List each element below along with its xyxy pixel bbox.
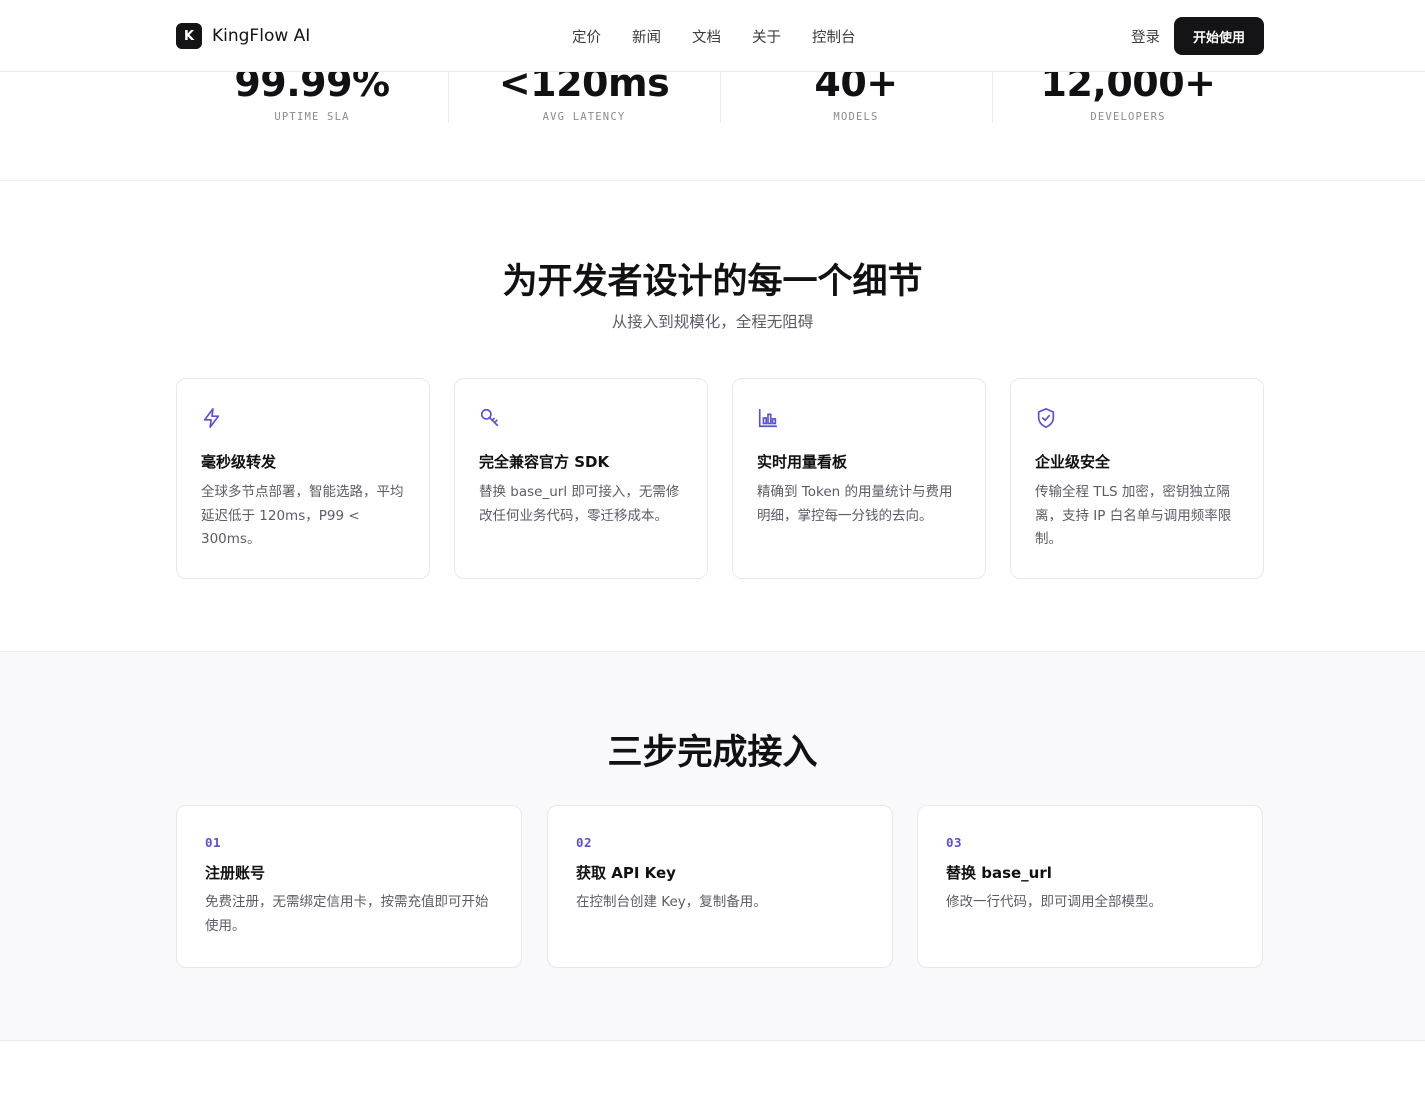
step-desc: 修改一行代码，即可调用全部模型。 <box>946 894 1162 910</box>
feature-card-fast-forwarding: 毫秒级转发 全球多节点部署，智能选路，平均延迟低于 120ms，P99 < 30… <box>176 378 430 579</box>
nav-link-console[interactable]: 控制台 <box>812 26 856 47</box>
feature-desc: 替换 base_url 即可接入，无需修改任何业务代码，零迁移成本。 <box>479 484 680 524</box>
main-nav: 定价 新闻 文档 关于 控制台 <box>572 26 887 47</box>
login-link[interactable]: 登录 <box>1131 26 1160 47</box>
brand[interactable]: K KingFlow AI <box>176 23 310 49</box>
lightning-icon <box>201 407 223 429</box>
shield-check-icon <box>1035 407 1057 429</box>
step-card-base-url: 03 替换 base_url 修改一行代码，即可调用全部模型。 <box>917 805 1263 968</box>
key-icon <box>479 407 501 429</box>
feature-card-sdk-compat: 完全兼容官方 SDK 替换 base_url 即可接入，无需修改任何业务代码，零… <box>454 378 708 579</box>
stat-label: MODELS <box>833 111 879 123</box>
steps-title: 三步完成接入 <box>607 733 818 773</box>
nav-link-docs[interactable]: 文档 <box>692 26 721 47</box>
step-number: 01 <box>205 835 222 850</box>
feature-desc: 传输全程 TLS 加密，密钥独立隔离，支持 IP 白名单与调用频率限制。 <box>1035 484 1232 547</box>
nav-link-pricing[interactable]: 定价 <box>572 26 601 47</box>
step-number: 03 <box>946 835 963 850</box>
stat-label: DEVELOPERS <box>1090 111 1166 123</box>
feature-desc: 精确到 Token 的用量统计与费用明细，掌控每一分钱的去向。 <box>757 484 953 524</box>
features-title: 为开发者设计的每一个细节 <box>502 262 923 302</box>
logo-icon: K <box>176 23 202 49</box>
step-title: 获取 API Key <box>576 864 676 882</box>
feature-card-usage-dashboard: 实时用量看板 精确到 Token 的用量统计与费用明细，掌控每一分钱的去向。 <box>732 378 986 579</box>
step-desc: 在控制台创建 Key，复制备用。 <box>576 894 767 910</box>
step-desc: 免费注册，无需绑定信用卡，按需充值即可开始使用。 <box>205 894 489 934</box>
top-navbar: K KingFlow AI 定价 新闻 文档 关于 控制台 登录 开始使用 <box>0 0 1425 72</box>
step-card-api-key: 02 获取 API Key 在控制台创建 Key，复制备用。 <box>547 805 893 968</box>
step-title: 注册账号 <box>205 864 266 882</box>
feature-title: 企业级安全 <box>1035 453 1111 471</box>
features-subtitle: 从接入到规模化，全程无阻碍 <box>611 313 814 331</box>
step-title: 替换 base_url <box>946 864 1052 882</box>
step-number: 02 <box>576 835 593 850</box>
feature-desc: 全球多节点部署，智能选路，平均延迟低于 120ms，P99 < 300ms。 <box>201 484 404 547</box>
bar-chart-icon <box>757 407 779 429</box>
nav-link-about[interactable]: 关于 <box>752 26 781 47</box>
landing-page: K KingFlow AI 定价 新闻 文档 关于 控制台 登录 开始使用 99… <box>0 0 1425 1100</box>
stat-label: UPTIME SLA <box>274 111 350 123</box>
feature-card-enterprise-security: 企业级安全 传输全程 TLS 加密，密钥独立隔离，支持 IP 白名单与调用频率限… <box>1010 378 1264 579</box>
feature-title: 毫秒级转发 <box>201 453 277 471</box>
section-divider <box>0 180 1425 181</box>
nav-link-news[interactable]: 新闻 <box>632 26 661 47</box>
brand-name: KingFlow AI <box>212 26 311 46</box>
feature-title: 实时用量看板 <box>757 453 848 471</box>
get-started-button[interactable]: 开始使用 <box>1174 17 1264 55</box>
step-card-register: 01 注册账号 免费注册，无需绑定信用卡，按需充值即可开始使用。 <box>176 805 522 968</box>
stat-label: AVG LATENCY <box>542 111 626 123</box>
feature-title: 完全兼容官方 SDK <box>479 453 610 471</box>
